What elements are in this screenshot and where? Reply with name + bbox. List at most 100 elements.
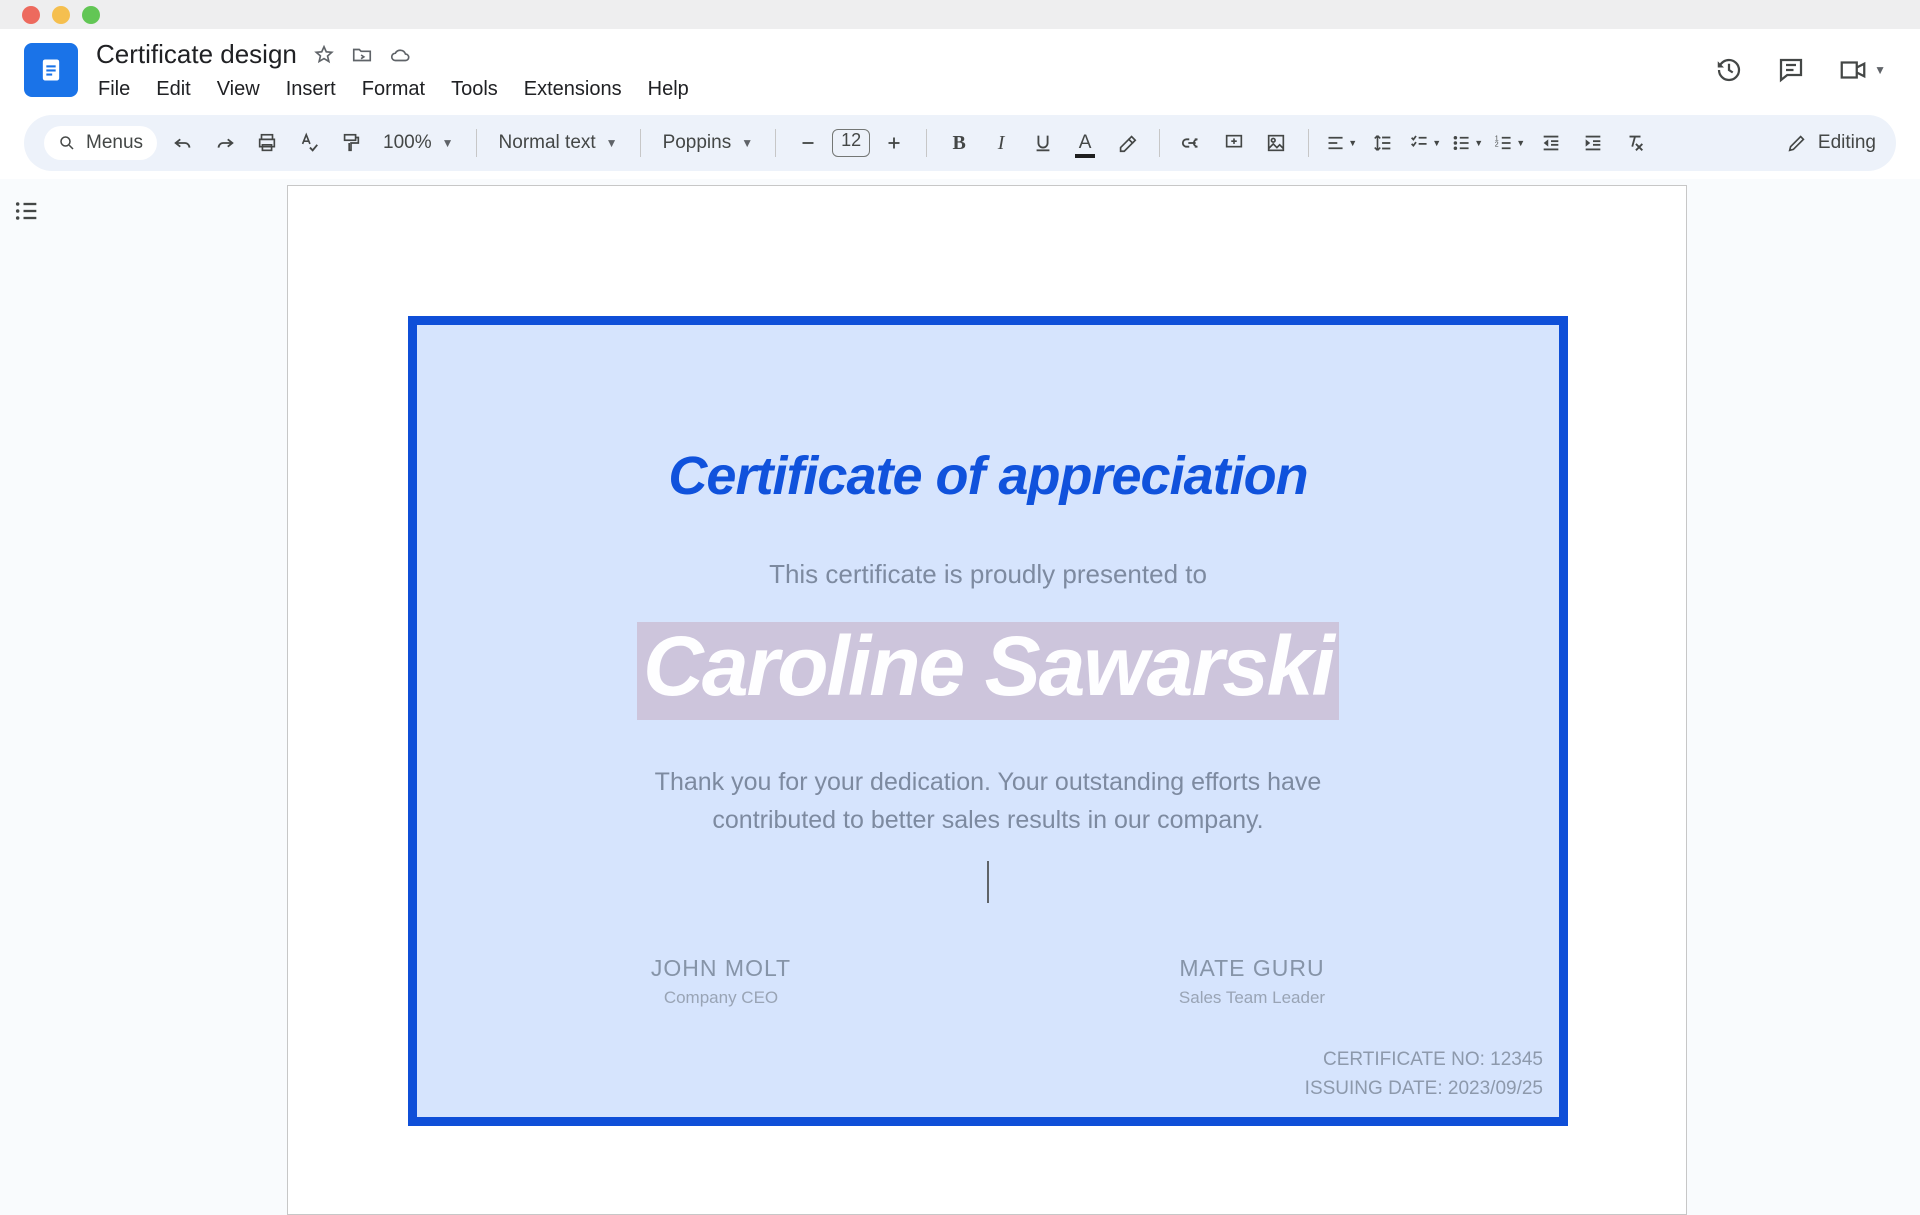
caret-down-icon: ▼ [741,136,753,150]
caret-down-icon: ▼ [1474,138,1483,148]
title-icons [313,44,411,66]
increase-indent-button[interactable] [1577,127,1609,159]
comments-icon[interactable] [1776,55,1806,85]
text-cursor [987,861,989,903]
signer2-title: Sales Team Leader [1179,988,1325,1008]
insert-link-button[interactable] [1176,127,1208,159]
document-page[interactable]: Certificate of appreciation This certifi… [287,185,1687,1215]
cert-recipient[interactable]: Caroline Sawarski [637,622,1339,720]
signer1-title: Company CEO [651,988,791,1008]
canvas-area[interactable]: Certificate of appreciation This certifi… [54,179,1920,1215]
style-value: Normal text [499,132,596,154]
cert-body[interactable]: Thank you for your dedication. Your outs… [628,764,1348,839]
menu-help[interactable]: Help [646,74,691,105]
text-color-button[interactable]: A [1069,127,1101,159]
caret-down-icon: ▼ [1874,63,1886,77]
meet-button[interactable]: ▼ [1838,55,1886,85]
toolbar: Menus 100% ▼ Normal text ▼ Poppins ▼ [24,115,1896,171]
font-dropdown[interactable]: Poppins ▼ [657,132,760,154]
print-button[interactable] [251,127,283,159]
cert-number: CERTIFICATE NO: 12345 [1305,1046,1543,1075]
window-close-button[interactable] [22,6,40,24]
highlight-color-button[interactable] [1111,127,1143,159]
menu-format[interactable]: Format [360,74,427,105]
bulleted-list-dropdown[interactable]: ▼ [1451,127,1483,159]
add-comment-button[interactable] [1218,127,1250,159]
menu-file[interactable]: File [96,74,132,105]
styles-dropdown[interactable]: Normal text ▼ [493,132,624,154]
separator [1308,129,1309,157]
move-folder-icon[interactable] [351,44,373,66]
history-icon[interactable] [1714,55,1744,85]
signer1-name: JOHN MOLT [651,955,791,982]
separator [640,129,641,157]
caret-down-icon: ▼ [1432,138,1441,148]
menu-tools[interactable]: Tools [449,74,500,105]
search-icon [58,134,76,152]
star-icon[interactable] [313,44,335,66]
menu-bar: File Edit View Insert Format Tools Exten… [96,74,1714,105]
font-size-increase-button[interactable] [878,127,910,159]
undo-button[interactable] [167,127,199,159]
line-spacing-button[interactable] [1367,127,1399,159]
align-dropdown[interactable]: ▼ [1325,127,1357,159]
decrease-indent-button[interactable] [1535,127,1567,159]
left-rail [0,179,54,1215]
signer-2[interactable]: MATE GURU Sales Team Leader [1179,955,1325,1008]
insert-image-button[interactable] [1260,127,1292,159]
header: Certificate design File Edit View Insert… [0,29,1920,105]
editing-label: Editing [1818,132,1876,154]
font-size-decrease-button[interactable] [792,127,824,159]
cert-footer[interactable]: CERTIFICATE NO: 12345 ISSUING DATE: 2023… [1305,1046,1543,1103]
paint-format-button[interactable] [335,127,367,159]
cert-title[interactable]: Certificate of appreciation [457,445,1519,507]
checklist-dropdown[interactable]: ▼ [1409,127,1441,159]
video-icon [1838,55,1868,85]
separator [476,129,477,157]
numbered-list-dropdown[interactable]: 12▼ [1493,127,1525,159]
signer2-name: MATE GURU [1179,955,1325,982]
cert-issue-date: ISSUING DATE: 2023/09/25 [1305,1075,1543,1104]
svg-text:2: 2 [1495,142,1499,149]
menu-view[interactable]: View [215,74,262,105]
bold-button[interactable]: B [943,127,975,159]
title-row: Certificate design [96,39,1714,70]
menu-insert[interactable]: Insert [284,74,338,105]
underline-button[interactable] [1027,127,1059,159]
menu-extensions[interactable]: Extensions [522,74,624,105]
signer-1[interactable]: JOHN MOLT Company CEO [651,955,791,1008]
document-title[interactable]: Certificate design [96,39,297,70]
certificate-frame[interactable]: Certificate of appreciation This certifi… [408,316,1568,1126]
title-block: Certificate design File Edit View Insert… [96,39,1714,105]
italic-button[interactable]: I [985,127,1017,159]
mac-titlebar [0,0,1920,29]
window-maximize-button[interactable] [82,6,100,24]
caret-down-icon: ▼ [1516,138,1525,148]
clear-formatting-button[interactable] [1619,127,1651,159]
separator [1159,129,1160,157]
editing-mode-dropdown[interactable]: Editing [1786,132,1876,154]
header-right: ▼ [1714,39,1896,85]
caret-down-icon: ▼ [606,136,618,150]
redo-button[interactable] [209,127,241,159]
zoom-value: 100% [383,132,432,154]
caret-down-icon: ▼ [1348,138,1357,148]
font-size-group: 12 [792,127,910,159]
signatures: JOHN MOLT Company CEO MATE GURU Sales Te… [457,955,1519,1008]
zoom-dropdown[interactable]: 100% ▼ [377,132,460,154]
font-size-input[interactable]: 12 [832,129,870,157]
menus-label: Menus [86,132,143,154]
menu-edit[interactable]: Edit [154,74,192,105]
spellcheck-button[interactable] [293,127,325,159]
menus-search-pill[interactable]: Menus [44,126,157,160]
toolbar-wrap: Menus 100% ▼ Normal text ▼ Poppins ▼ [0,105,1920,171]
separator [926,129,927,157]
cert-subtitle[interactable]: This certificate is proudly presented to [457,559,1519,590]
app-window: Certificate design File Edit View Insert… [0,0,1920,1215]
window-minimize-button[interactable] [52,6,70,24]
font-value: Poppins [663,132,732,154]
outline-icon[interactable] [13,197,41,225]
docs-logo[interactable] [24,43,78,97]
cloud-status-icon[interactable] [389,44,411,66]
document-icon [37,56,65,84]
